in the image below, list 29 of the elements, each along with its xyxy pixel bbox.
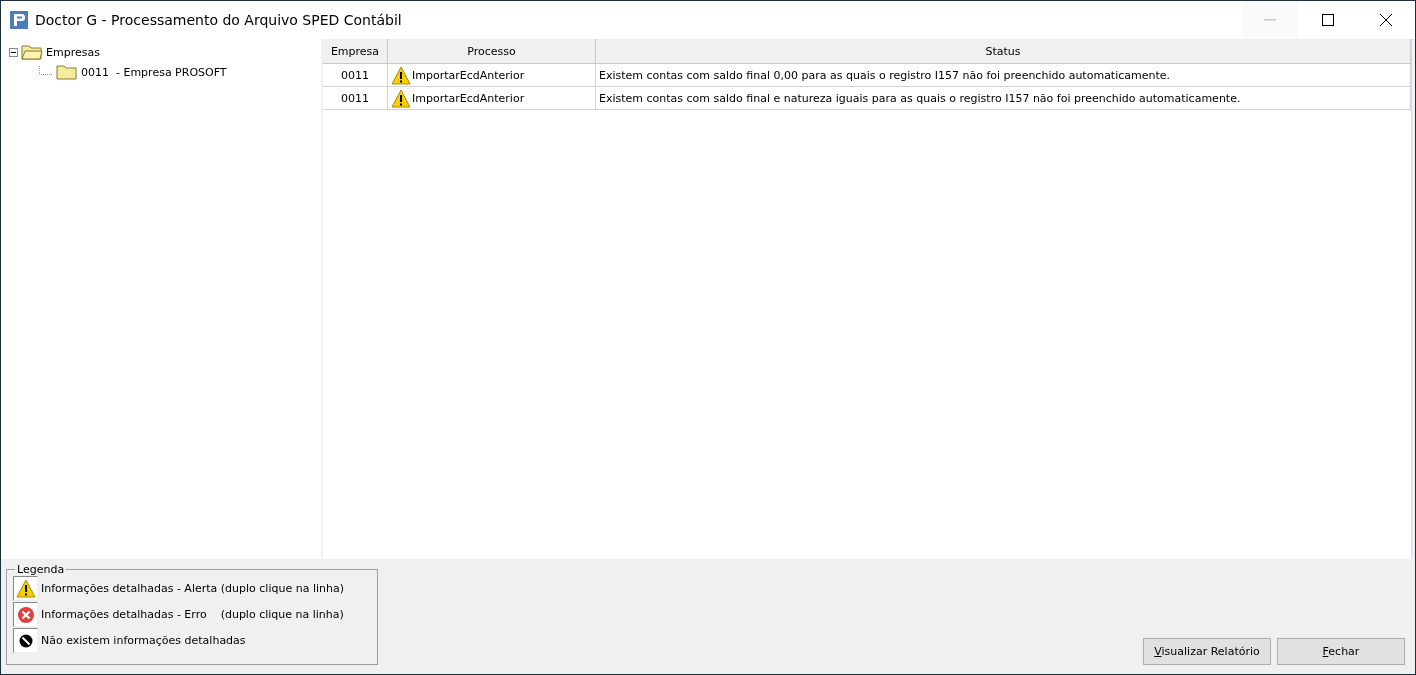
minimize-icon	[1264, 19, 1276, 21]
prohibited-icon	[18, 633, 33, 648]
table-cell: Existem contas com saldo final e natureza iguais para as quais o registro I157 não foi preenchido automaticamente.	[596, 87, 1411, 110]
tree-item[interactable]: Empresas	[46, 45, 100, 59]
app-logo-icon	[10, 11, 28, 29]
legend-text: Informações detalhadas - Erro (duplo clique na linha)	[41, 608, 344, 621]
column-header[interactable]: Processo	[388, 39, 596, 64]
dialog-button[interactable]: Fechar	[1277, 638, 1405, 665]
window-title: Doctor G - Processamento do Arquivo SPED Contábil	[35, 12, 403, 28]
warning-icon	[391, 65, 411, 85]
legend-text: Não existem informações detalhadas	[41, 634, 246, 647]
maximize-icon	[1322, 14, 1334, 26]
column-header[interactable]: Empresa	[323, 39, 388, 64]
close-icon	[1380, 14, 1392, 26]
folder-icon	[21, 44, 43, 60]
tree-line-icon	[39, 66, 53, 78]
legend-text: Informações detalhadas - Alerta (duplo clique na linha)	[41, 582, 344, 595]
folder-icon	[56, 64, 78, 80]
process-name: ImportarEcdAnterior	[412, 68, 525, 82]
process-name: ImportarEcdAnterior	[412, 91, 525, 105]
collapse-icon[interactable]	[9, 47, 18, 57]
legend-title: Legenda	[16, 563, 66, 576]
tree-item[interactable]: 0011 - Empresa PROSOFT	[81, 65, 227, 79]
column-header[interactable]: Status	[596, 39, 1411, 64]
table-cell: Existem contas com saldo final 0,00 para as quais o registro I157 não foi preenchido automaticamente.	[596, 64, 1411, 87]
warning-icon	[391, 88, 411, 108]
table-cell: 0011	[323, 87, 388, 110]
table-cell: 0011	[323, 64, 388, 87]
dialog-button[interactable]: Visualizar Relatório	[1143, 638, 1271, 665]
